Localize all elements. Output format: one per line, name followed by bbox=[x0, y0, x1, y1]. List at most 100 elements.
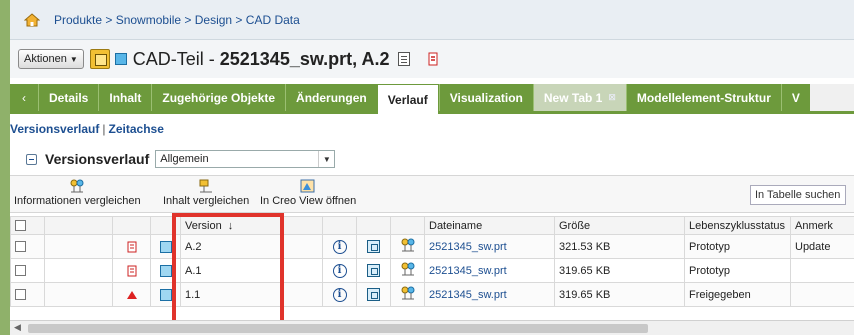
separator: | bbox=[102, 122, 106, 136]
workspace-icon[interactable] bbox=[89, 49, 110, 69]
tab-label: Modellelement-Struktur bbox=[636, 90, 771, 105]
view-select[interactable]: Allgemein ▼ bbox=[155, 150, 336, 168]
view-select-value: Allgemein bbox=[160, 153, 209, 165]
table-view-icon[interactable] bbox=[367, 288, 380, 301]
warning-triangle-icon[interactable] bbox=[126, 290, 137, 299]
version-column-highlight bbox=[172, 213, 284, 325]
actions-button[interactable]: Aktionen ▼ bbox=[18, 49, 84, 69]
document-icon[interactable] bbox=[397, 52, 410, 66]
table-toolbar: Informationen vergleichen Inhalt verglei… bbox=[10, 175, 854, 213]
header-size[interactable]: Größe bbox=[554, 216, 685, 235]
close-icon[interactable]: ⊠ bbox=[608, 92, 616, 103]
header-filename[interactable]: Dateiname bbox=[424, 216, 555, 235]
chevron-down-icon[interactable]: ▼ bbox=[318, 151, 334, 167]
row-cell bbox=[44, 258, 113, 283]
header-cell bbox=[112, 216, 151, 235]
section-header: Versionsverlauf Allgemein ▼ bbox=[26, 148, 336, 170]
breadcrumb[interactable]: Produkte > Snowmobile > Design > CAD Dat… bbox=[54, 13, 300, 27]
version-history-link[interactable]: Versionsverlauf bbox=[10, 122, 99, 136]
table-search-input[interactable]: In Tabelle suchen bbox=[750, 185, 846, 205]
info-icon[interactable]: i bbox=[332, 287, 347, 302]
open-creo-view-button[interactable]: In Creo View öffnen bbox=[260, 179, 356, 207]
chevron-down-icon: ▼ bbox=[69, 54, 78, 64]
table-header-row: Version ↓ Dateiname Größe Lebenszyklussta… bbox=[10, 216, 854, 235]
row-select-cell[interactable] bbox=[10, 234, 45, 259]
tab-label: Änderungen bbox=[296, 90, 367, 105]
info-icon[interactable]: i bbox=[332, 239, 347, 254]
row-checkbox[interactable] bbox=[15, 289, 26, 301]
tab-truncated[interactable]: V bbox=[780, 84, 810, 111]
row-cell: i bbox=[322, 234, 357, 259]
tab-related-objects[interactable]: Zugehörige Objekte bbox=[151, 84, 286, 111]
header-cell bbox=[44, 216, 113, 235]
cad-part-icon bbox=[114, 53, 127, 65]
tab-label: Visualization bbox=[449, 90, 523, 105]
row-cell bbox=[112, 234, 151, 259]
filename-link[interactable]: 2521345_sw.prt bbox=[424, 282, 555, 307]
size-cell: 321.53 KB bbox=[554, 234, 685, 259]
row-cell bbox=[44, 282, 113, 307]
notes-header-label: Anmerk bbox=[795, 219, 833, 232]
compare-icon[interactable] bbox=[400, 286, 416, 303]
table-row[interactable]: A.1 i 2521345_sw.prt 319.65 KB Prototyp bbox=[10, 258, 854, 283]
row-select-cell[interactable] bbox=[10, 258, 45, 283]
status-cell: Prototyp bbox=[684, 258, 791, 283]
filename-link[interactable]: 2521345_sw.prt bbox=[424, 258, 555, 283]
size-cell: 319.65 KB bbox=[554, 282, 685, 307]
info-icon[interactable]: i bbox=[332, 263, 347, 278]
size-header-label: Größe bbox=[559, 219, 591, 232]
tab-label: Zugehörige Objekte bbox=[162, 90, 276, 105]
row-checkbox[interactable] bbox=[15, 265, 26, 277]
tab-visualization[interactable]: Visualization bbox=[438, 84, 533, 111]
compare-icon[interactable] bbox=[400, 238, 416, 255]
compare-icon[interactable] bbox=[400, 262, 416, 279]
header-cell bbox=[322, 216, 357, 235]
row-checkbox[interactable] bbox=[15, 241, 26, 253]
tab-label: Inhalt bbox=[109, 90, 142, 105]
select-all-checkbox[interactable] bbox=[15, 220, 26, 232]
table-view-icon[interactable] bbox=[367, 264, 380, 277]
timeline-link[interactable]: Zeitachse bbox=[109, 122, 164, 136]
table-row[interactable]: 1.1 i 2521345_sw.prt 319.65 KB Freigegeb… bbox=[10, 282, 854, 307]
tab-model-structure[interactable]: Modellelement-Struktur bbox=[625, 84, 781, 111]
tab-label: V bbox=[791, 90, 800, 105]
table-view-icon[interactable] bbox=[367, 240, 380, 253]
compare-content-label: Inhalt vergleichen bbox=[163, 195, 250, 207]
title-prefix: CAD-Teil - bbox=[132, 48, 220, 69]
compare-info-label: Informationen vergleichen bbox=[14, 195, 141, 207]
scroll-left-icon[interactable]: ◀ bbox=[14, 322, 21, 333]
tab-new-tab-1[interactable]: New Tab 1 ⊠ bbox=[532, 84, 626, 111]
header-notes[interactable]: Anmerk bbox=[790, 216, 854, 235]
tab-label: New Tab 1 bbox=[543, 90, 603, 105]
compare-content-button[interactable]: Inhalt vergleichen bbox=[163, 179, 249, 207]
compare-icon bbox=[69, 179, 85, 193]
header-select-all[interactable] bbox=[10, 216, 45, 235]
tab-details[interactable]: Details bbox=[38, 84, 99, 111]
header-lifecycle[interactable]: Lebenszyklusstatus bbox=[684, 216, 791, 235]
filename-link[interactable]: 2521345_sw.prt bbox=[424, 234, 555, 259]
row-cell bbox=[356, 234, 391, 259]
tab-changes[interactable]: Änderungen bbox=[285, 84, 377, 111]
cad-part-icon bbox=[159, 288, 172, 301]
pdf-icon[interactable] bbox=[127, 265, 137, 277]
tab-scroll-left-icon[interactable]: ‹ bbox=[10, 84, 38, 111]
tab-history[interactable]: Verlauf bbox=[376, 84, 439, 114]
horizontal-scrollbar[interactable]: ◀ bbox=[10, 320, 854, 335]
compare-content-icon bbox=[198, 179, 214, 193]
row-cell bbox=[390, 258, 425, 283]
collapse-icon[interactable] bbox=[26, 153, 37, 165]
scrollbar-thumb[interactable] bbox=[28, 324, 648, 333]
lifecycle-header-label: Lebenszyklusstatus bbox=[689, 219, 785, 232]
header-cell bbox=[390, 216, 425, 235]
pdf-icon[interactable] bbox=[426, 51, 442, 67]
row-select-cell[interactable] bbox=[10, 282, 45, 307]
compare-info-button[interactable]: Informationen vergleichen bbox=[14, 179, 141, 207]
pdf-icon[interactable] bbox=[127, 241, 137, 253]
section-title: Versionsverlauf bbox=[45, 151, 150, 167]
row-cell bbox=[44, 234, 113, 259]
creo-view-icon bbox=[300, 179, 316, 193]
tab-inhalt[interactable]: Inhalt bbox=[98, 84, 152, 111]
home-icon[interactable] bbox=[24, 12, 40, 27]
table-row[interactable]: A.2 i 2521345_sw.prt 321.53 KB Prototyp … bbox=[10, 234, 854, 259]
notes-cell bbox=[790, 258, 854, 283]
